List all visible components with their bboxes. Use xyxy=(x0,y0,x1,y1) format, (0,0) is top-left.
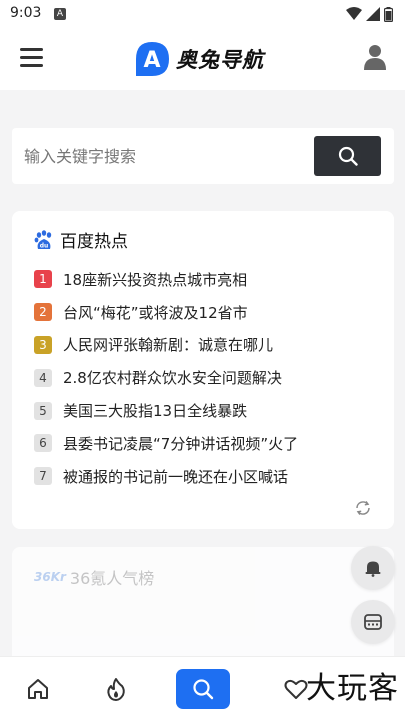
kr-ranking-card: 36Kr 36氪人气榜 xyxy=(12,547,394,667)
calculator-icon xyxy=(364,614,382,630)
menu-icon-bar xyxy=(20,48,43,51)
app-header: A 奥兔导航 xyxy=(0,28,405,90)
app-name: 奥兔导航 xyxy=(176,48,264,72)
hot-card-header: du 百度热点 xyxy=(34,227,128,252)
hot-item[interactable]: 3 人民网评张翰新剧：诚意在哪儿 xyxy=(34,329,298,362)
nav-hot[interactable] xyxy=(96,669,136,709)
hot-item-text: 美国三大股指13日全线暴跌 xyxy=(63,402,248,421)
hot-item[interactable]: 2 台风“梅花”或将波及12省市 xyxy=(34,296,298,329)
rank-badge: 4 xyxy=(34,368,52,387)
refresh-button[interactable] xyxy=(354,499,372,517)
rank-badge: 1 xyxy=(34,270,52,289)
hot-item[interactable]: 1 18座新兴投资热点城市亮相 xyxy=(34,263,298,296)
hot-item[interactable]: 4 2.8亿农村群众饮水安全问题解决 xyxy=(34,361,298,394)
user-button[interactable] xyxy=(363,44,387,70)
rank-badge: 6 xyxy=(34,434,52,453)
bottom-nav: 大玩客 xyxy=(0,656,405,720)
kr-logo: 36Kr xyxy=(34,570,66,584)
battery-icon xyxy=(384,6,393,22)
signal-icon xyxy=(366,7,380,21)
notification-badge: A xyxy=(54,8,66,20)
notification-fab[interactable] xyxy=(351,546,395,590)
hot-item[interactable]: 5 美国三大股指13日全线暴跌 xyxy=(34,394,298,427)
status-time: 9:03 xyxy=(10,5,42,21)
calculator-fab[interactable] xyxy=(351,600,395,644)
fire-icon xyxy=(107,678,125,701)
nav-search[interactable] xyxy=(176,669,230,709)
menu-icon-bar xyxy=(20,64,43,67)
search-icon xyxy=(338,146,358,166)
nav-home[interactable] xyxy=(18,669,58,709)
refresh-icon xyxy=(356,501,370,515)
rank-badge: 7 xyxy=(34,467,52,486)
rank-badge: 3 xyxy=(34,335,52,354)
search-bar xyxy=(12,128,394,184)
hot-item-text: 2.8亿农村群众饮水安全问题解决 xyxy=(63,369,282,388)
user-icon xyxy=(364,45,386,70)
hot-card-title: 百度热点 xyxy=(60,232,128,252)
hot-item-text: 台风“梅花”或将波及12省市 xyxy=(63,303,248,322)
app-logo: A 奥兔导航 xyxy=(134,41,264,77)
home-icon xyxy=(28,679,48,699)
wifi-icon xyxy=(346,7,362,20)
baidu-hot-card: du 百度热点 1 18座新兴投资热点城市亮相 2 台风“梅花”或将波及12省市 3… xyxy=(12,211,394,529)
watermark-text: 大玩客 xyxy=(306,671,399,706)
hot-item-text: 人民网评张翰新剧：诚意在哪儿 xyxy=(63,336,274,355)
status-bar: 9:03 A xyxy=(0,0,405,28)
hot-list: 1 18座新兴投资热点城市亮相 2 台风“梅花”或将波及12省市 3 人民网评张翰新剧… xyxy=(34,263,298,493)
search-icon xyxy=(193,679,214,700)
menu-button[interactable] xyxy=(20,46,44,68)
kr-card-title: 36氪人气榜 xyxy=(69,569,155,588)
hot-item-text: 县委书记凌晨“7分钟讲话视频”火了 xyxy=(63,434,299,453)
rank-badge: 2 xyxy=(34,303,52,322)
status-icons xyxy=(346,6,393,22)
rank-badge: 5 xyxy=(34,401,52,420)
menu-icon-bar xyxy=(20,56,43,59)
heart-icon xyxy=(284,679,308,699)
hot-item-text: 18座新兴投资热点城市亮相 xyxy=(63,270,248,289)
search-button[interactable] xyxy=(314,136,381,176)
hot-item[interactable]: 6 县委书记凌晨“7分钟讲话视频”火了 xyxy=(34,427,298,460)
baidu-logo-text: du xyxy=(40,242,49,249)
logo-letter: A xyxy=(143,48,160,73)
baidu-paw-icon: du xyxy=(34,229,52,249)
notification-bell-icon xyxy=(365,561,381,577)
search-input[interactable] xyxy=(24,138,304,174)
logo-icon: A xyxy=(136,42,169,76)
hot-item-text: 被通报的书记前一晚还在小区喊话 xyxy=(63,467,289,486)
kr-card-header: 36Kr 36氪人气榜 xyxy=(34,565,154,589)
hot-item[interactable]: 7 被通报的书记前一晚还在小区喊话 xyxy=(34,460,298,493)
